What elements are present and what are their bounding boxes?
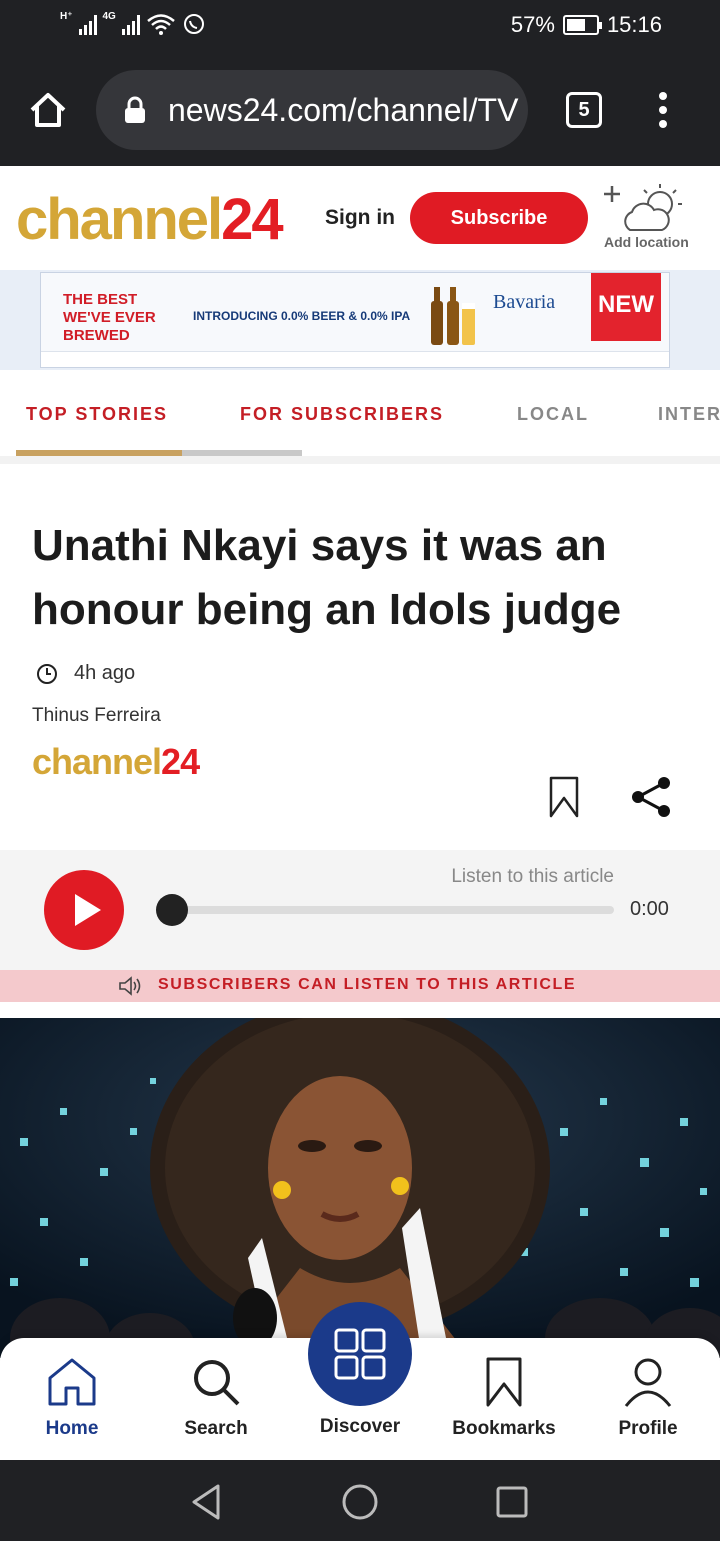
tab-local[interactable]: LOCAL bbox=[517, 404, 589, 425]
battery-percent: 57% bbox=[510, 12, 555, 37]
battery-icon bbox=[562, 15, 602, 35]
home-circle-icon[interactable] bbox=[340, 1482, 380, 1522]
clock-time: 15:16 bbox=[606, 12, 662, 37]
add-location-icon[interactable] bbox=[602, 182, 686, 238]
status-right: 57% 15:16 bbox=[511, 12, 662, 38]
browser-home-icon[interactable] bbox=[28, 90, 68, 130]
speaker-icon bbox=[119, 976, 141, 996]
whatsapp-icon bbox=[183, 14, 204, 34]
ad-tagline: INTRODUCING 0.0% BEER & 0.0% IPA bbox=[193, 309, 411, 323]
system-navigation-bar bbox=[0, 1460, 720, 1541]
ad-headline: THE BEST WE'VE EVER BREWED bbox=[63, 291, 156, 344]
ad-new-badge: NEW bbox=[591, 273, 661, 341]
nav-discover[interactable] bbox=[308, 1302, 412, 1406]
recents-icon[interactable] bbox=[494, 1484, 530, 1520]
lock-icon bbox=[125, 96, 145, 123]
signal-icon-2 bbox=[121, 13, 140, 35]
article-headline: Unathi Nkayi says it was an honour being… bbox=[32, 521, 622, 634]
ad-brand: Bavaria bbox=[493, 291, 556, 313]
nav-profile-label: Profile bbox=[618, 1418, 678, 1439]
source-logo: channel24 bbox=[32, 741, 200, 782]
subscribers-audio-banner[interactable]: SUBSCRIBERS CAN LISTEN TO THIS ARTICLE bbox=[0, 970, 720, 1002]
listen-label: Listen to this article bbox=[451, 866, 614, 887]
bookmarks-icon bbox=[486, 1357, 522, 1407]
audio-duration: 0:00 bbox=[630, 898, 669, 920]
add-location-label[interactable]: Add location bbox=[604, 234, 689, 250]
network-type-1: H⁺ bbox=[60, 10, 73, 22]
tab-international[interactable]: INTER bbox=[658, 404, 720, 425]
tab-for-subscribers[interactable]: FOR SUBSCRIBERS bbox=[240, 404, 444, 425]
nav-discover-label[interactable]: Discover bbox=[290, 1416, 430, 1438]
subscribers-audio-note: SUBSCRIBERS CAN LISTEN TO THIS ARTICLE bbox=[158, 976, 577, 993]
search-icon bbox=[194, 1360, 240, 1406]
browser-toolbar: news24.com/channel/TV 5 bbox=[0, 54, 720, 166]
audio-progress-knob[interactable] bbox=[156, 894, 188, 926]
home-icon bbox=[48, 1358, 96, 1406]
audio-player: Listen to this article 0:00 bbox=[0, 850, 720, 970]
nav-home[interactable]: Home bbox=[2, 1356, 142, 1440]
nav-home-label: Home bbox=[45, 1418, 99, 1439]
signal-icon bbox=[78, 13, 97, 35]
nav-bookmarks[interactable]: Bookmarks bbox=[434, 1356, 574, 1440]
share-icon[interactable] bbox=[630, 775, 674, 819]
advertisement-banner[interactable]: THE BEST WE'VE EVER BREWED INTRODUCING 0… bbox=[0, 270, 720, 370]
clock-icon bbox=[37, 663, 57, 684]
article-timestamp: 4h ago bbox=[36, 662, 135, 685]
profile-icon bbox=[624, 1358, 672, 1407]
tab-switcher-button[interactable]: 5 bbox=[566, 92, 602, 128]
bookmark-icon[interactable] bbox=[548, 776, 580, 818]
back-icon[interactable] bbox=[188, 1482, 224, 1522]
play-button[interactable] bbox=[44, 870, 124, 950]
nav-bookmarks-label: Bookmarks bbox=[452, 1418, 556, 1439]
subscribe-button[interactable]: Subscribe bbox=[410, 192, 588, 244]
browser-menu-icon[interactable] bbox=[656, 92, 670, 132]
url-text: news24.com/channel/TV bbox=[168, 92, 519, 128]
channel24-logo[interactable]: channel24 bbox=[16, 186, 284, 253]
address-bar[interactable]: news24.com/channel/TV bbox=[96, 70, 528, 150]
status-icons: H⁺ 4G bbox=[60, 10, 206, 36]
discover-grid-icon bbox=[334, 1328, 386, 1380]
time-ago: 4h ago bbox=[74, 662, 136, 684]
sign-in-link[interactable]: Sign in bbox=[325, 206, 395, 230]
divider bbox=[0, 456, 720, 464]
ad-footer bbox=[41, 351, 669, 367]
status-bar: H⁺ 4G 57% 15:16 bbox=[0, 0, 720, 54]
nav-profile[interactable]: Profile bbox=[578, 1356, 718, 1440]
wifi-icon bbox=[147, 14, 175, 35]
site-header: channel24 Sign in Subscribe Add location bbox=[0, 168, 720, 270]
nav-search[interactable]: Search bbox=[146, 1356, 286, 1440]
network-type-2: 4G bbox=[102, 10, 116, 22]
audio-progress-track[interactable] bbox=[170, 906, 614, 914]
beer-bottles-image bbox=[431, 287, 475, 345]
section-tabs: TOP STORIES FOR SUBSCRIBERS LOCAL INTER bbox=[0, 370, 720, 464]
ad-creative[interactable]: THE BEST WE'VE EVER BREWED INTRODUCING 0… bbox=[40, 272, 670, 368]
tab-top-stories[interactable]: TOP STORIES bbox=[26, 404, 168, 425]
article-author[interactable]: Thinus Ferreira bbox=[32, 705, 161, 727]
nav-search-label: Search bbox=[184, 1418, 248, 1439]
